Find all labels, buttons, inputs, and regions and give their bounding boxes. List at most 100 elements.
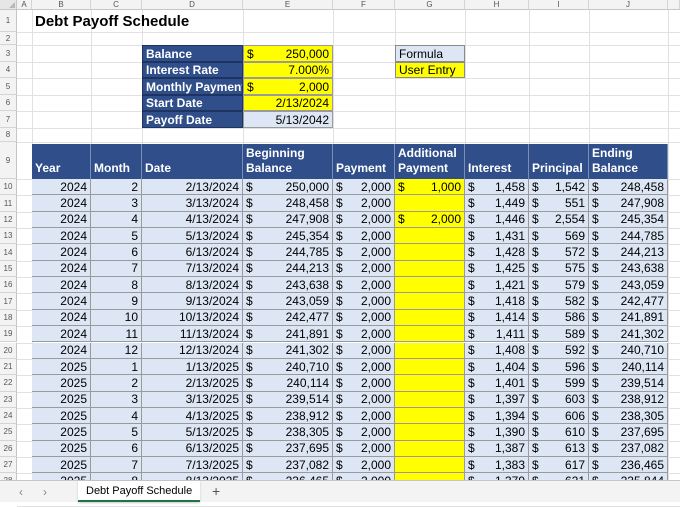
- table-cell[interactable]: [395, 342, 465, 359]
- row-header-3[interactable]: 3: [0, 45, 17, 62]
- currency-symbol: $: [468, 343, 475, 358]
- add-sheet-button[interactable]: +: [212, 483, 220, 499]
- select-all-corner[interactable]: [0, 0, 17, 10]
- table-cell: $1,421: [465, 277, 529, 294]
- row-header-11[interactable]: 11: [0, 195, 17, 212]
- table-cell[interactable]: [395, 326, 465, 343]
- row-header-12[interactable]: 12: [0, 211, 17, 229]
- cell-value: 2024: [60, 179, 87, 194]
- row-header-8[interactable]: 8: [0, 128, 17, 142]
- cell-value: 2025: [60, 392, 87, 407]
- row-header-27[interactable]: 27: [0, 456, 17, 474]
- input-value[interactable]: 2/13/2024: [243, 95, 333, 111]
- next-sheet-icon[interactable]: ›: [38, 485, 52, 499]
- table-cell: $2,000: [333, 440, 395, 457]
- row-header-24[interactable]: 24: [0, 407, 17, 425]
- cell-value: 2025: [60, 408, 87, 423]
- table-cell[interactable]: [395, 195, 465, 212]
- table-cell[interactable]: [395, 293, 465, 310]
- gridline-v: [668, 10, 669, 480]
- header-text: Month: [94, 161, 130, 177]
- row-header-6[interactable]: 6: [0, 95, 17, 111]
- table-cell[interactable]: [395, 375, 465, 392]
- row-header-9[interactable]: 9: [0, 142, 17, 179]
- row-header-21[interactable]: 21: [0, 358, 17, 376]
- row-header-4[interactable]: 4: [0, 62, 17, 78]
- table-cell[interactable]: [395, 277, 465, 294]
- row-header-20[interactable]: 20: [0, 342, 17, 359]
- table-cell[interactable]: [395, 309, 465, 327]
- row-header-15[interactable]: 15: [0, 260, 17, 278]
- gridline-h: [17, 32, 680, 33]
- cell-value: 1,000: [430, 179, 461, 194]
- table-cell: $1,387: [465, 440, 529, 457]
- row-header-10[interactable]: 10: [0, 179, 17, 196]
- table-cell[interactable]: [395, 391, 465, 408]
- column-header-C[interactable]: C: [91, 0, 142, 10]
- currency-symbol: $: [592, 375, 599, 390]
- sheet-tab-debt-payoff-schedule[interactable]: Debt Payoff Schedule: [78, 481, 201, 502]
- table-cell: 2025: [32, 407, 91, 425]
- table-cell[interactable]: [395, 456, 465, 474]
- row-header-14[interactable]: 14: [0, 244, 17, 261]
- column-header-J[interactable]: J: [589, 0, 668, 10]
- column-header-A[interactable]: A: [17, 0, 32, 10]
- cell-value: 244,785: [620, 228, 664, 243]
- table-cell: $2,000: [333, 228, 395, 245]
- row-header-19[interactable]: 19: [0, 326, 17, 343]
- currency-symbol: $: [246, 375, 253, 390]
- input-value[interactable]: $250,000: [243, 45, 333, 62]
- table-cell: $1,397: [465, 391, 529, 408]
- table-cell[interactable]: [395, 358, 465, 376]
- table-cell: $242,477: [589, 293, 668, 310]
- row-header-22[interactable]: 22: [0, 375, 17, 392]
- table-cell: 7: [91, 260, 142, 278]
- cell-value: 1,383: [494, 457, 525, 472]
- cell-value: 2,554: [554, 212, 585, 227]
- row-header-26[interactable]: 26: [0, 440, 17, 457]
- input-value[interactable]: $2,000: [243, 78, 333, 95]
- column-header-I[interactable]: I: [529, 0, 589, 10]
- currency-symbol: $: [532, 310, 539, 325]
- column-header-G[interactable]: G: [395, 0, 465, 10]
- table-cell[interactable]: [395, 244, 465, 261]
- currency-symbol: $: [592, 343, 599, 358]
- table-cell[interactable]: $1,000: [395, 179, 465, 196]
- row-header-2[interactable]: 2: [0, 32, 17, 45]
- column-header-E[interactable]: E: [243, 0, 333, 10]
- table-cell[interactable]: [395, 424, 465, 441]
- cell-value: 238,305: [620, 408, 664, 423]
- table-cell[interactable]: [395, 407, 465, 425]
- table-cell[interactable]: [395, 440, 465, 457]
- table-cell: $1,408: [465, 342, 529, 359]
- row-header-13[interactable]: 13: [0, 228, 17, 245]
- worksheet-grid[interactable]: A B C D E F G H I J 1 2 3 4 5 6 7 8 9 10 11 12 13 14 15 16 17 18 19 2…: [0, 0, 680, 507]
- row-header-17[interactable]: 17: [0, 293, 17, 310]
- row-header-16[interactable]: 16: [0, 277, 17, 294]
- currency-symbol: $: [336, 441, 343, 456]
- gridline-h: [17, 142, 680, 143]
- prev-sheet-icon[interactable]: ‹: [14, 485, 28, 499]
- table-cell: 5/13/2024: [142, 228, 243, 245]
- cell-value: 245,354: [620, 212, 664, 227]
- column-header-B[interactable]: B: [32, 0, 91, 10]
- column-header-H[interactable]: H: [465, 0, 529, 10]
- table-cell: 2024: [32, 195, 91, 212]
- row-header-5[interactable]: 5: [0, 78, 17, 95]
- column-header-D[interactable]: D: [142, 0, 243, 10]
- table-cell[interactable]: [395, 260, 465, 278]
- input-value[interactable]: 7.000%: [243, 62, 333, 78]
- currency-symbol: $: [532, 179, 539, 194]
- cell-value: 236,465: [620, 457, 664, 472]
- table-cell[interactable]: [395, 228, 465, 245]
- currency-symbol: $: [592, 277, 599, 292]
- row-header-1[interactable]: 1: [0, 10, 17, 32]
- row-header-25[interactable]: 25: [0, 424, 17, 441]
- table-cell[interactable]: $2,000: [395, 211, 465, 229]
- cell-value: 1,431: [494, 228, 525, 243]
- row-header-18[interactable]: 18: [0, 309, 17, 327]
- row-header-7[interactable]: 7: [0, 111, 17, 128]
- table-cell: $1,458: [465, 179, 529, 196]
- row-header-23[interactable]: 23: [0, 391, 17, 408]
- column-header-F[interactable]: F: [333, 0, 395, 10]
